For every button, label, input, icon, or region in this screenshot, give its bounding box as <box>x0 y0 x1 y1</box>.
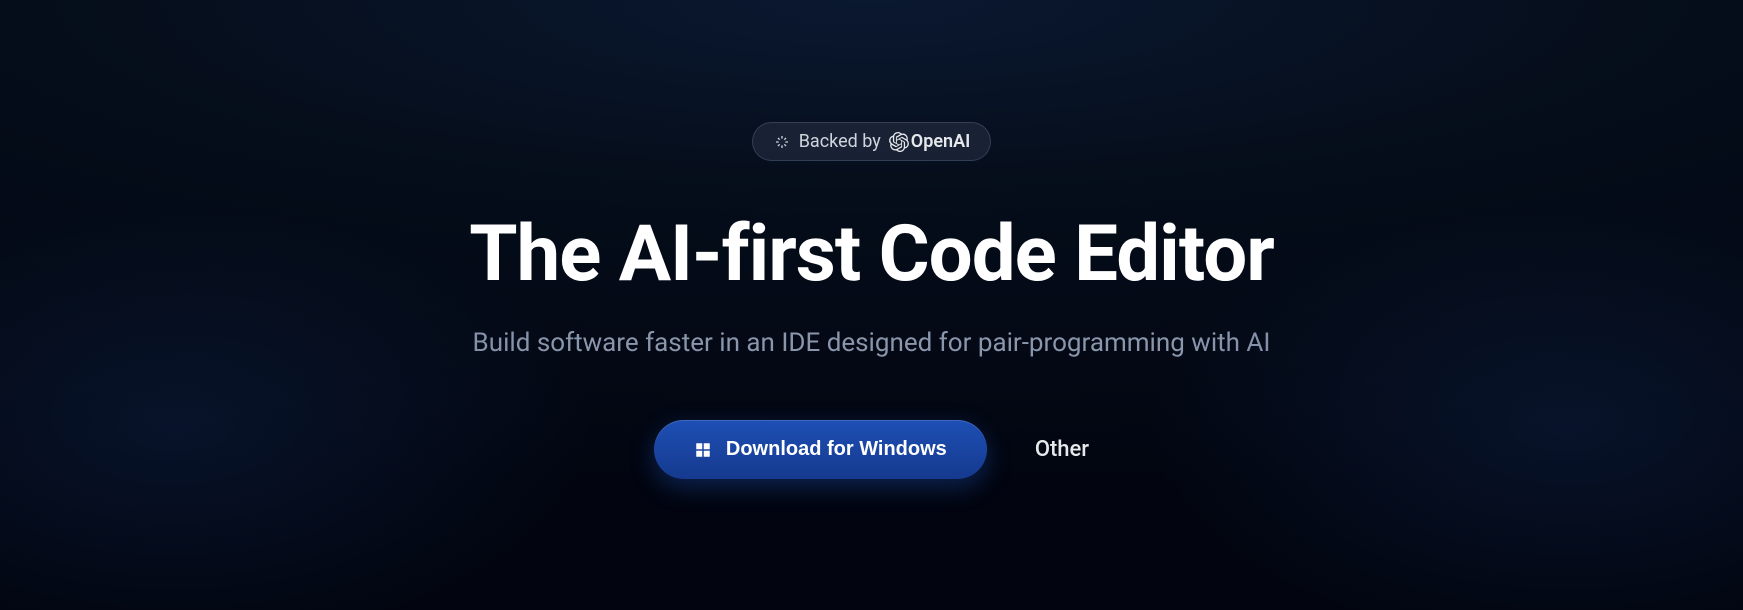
openai-icon <box>889 132 909 152</box>
badge-prefix: Backed by <box>799 131 881 152</box>
openai-text: OpenAI <box>911 131 970 152</box>
sparkle-icon <box>773 133 791 151</box>
page-headline: The AI-first Code Editor <box>469 209 1274 300</box>
backed-by-badge: Backed by OpenAI <box>752 122 992 161</box>
download-button[interactable]: Download for Windows <box>654 420 987 479</box>
openai-logo: OpenAI <box>889 131 970 152</box>
download-label: Download for Windows <box>726 438 947 461</box>
other-link[interactable]: Other <box>1035 437 1089 462</box>
cta-row: Download for Windows Other <box>654 420 1089 479</box>
page-subhead: Build software faster in an IDE designed… <box>473 328 1271 358</box>
windows-icon <box>694 441 712 459</box>
